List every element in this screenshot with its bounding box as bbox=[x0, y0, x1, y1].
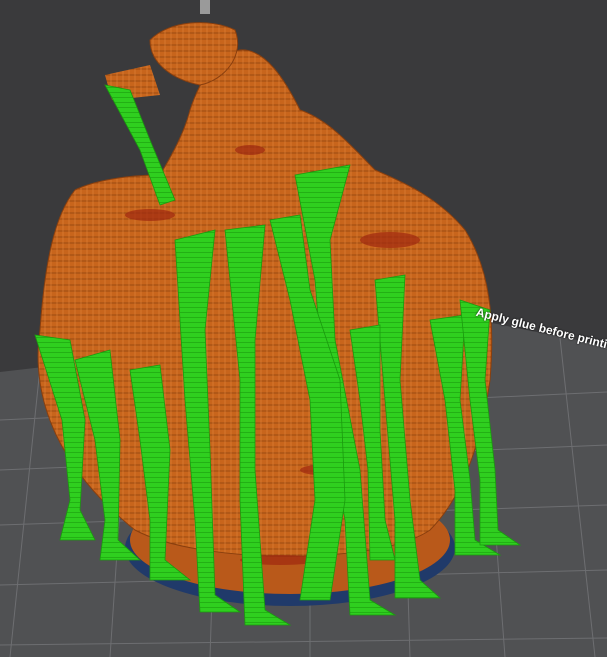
3d-viewport[interactable]: Apply glue before printing bbox=[0, 0, 607, 657]
model-top-pin bbox=[200, 0, 210, 14]
